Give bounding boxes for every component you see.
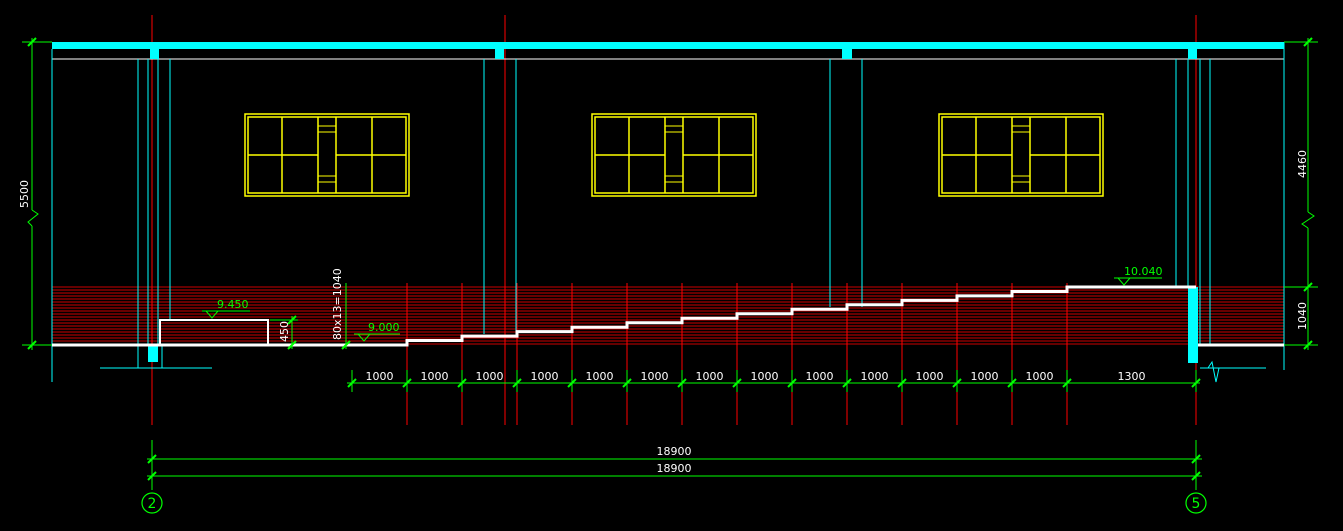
section-drawing: 5500 4460 1040 9.450 9.000 10.040 450 80… bbox=[18, 15, 1318, 514]
step-dim-label: 1000 bbox=[971, 370, 999, 383]
landing-dim-450: 450 bbox=[278, 321, 291, 342]
right-dim-1040: 1040 bbox=[1296, 302, 1309, 330]
column-base-right bbox=[1188, 287, 1198, 363]
axis-bubble-5: 5 bbox=[1185, 492, 1207, 514]
columns bbox=[51, 42, 1285, 383]
step-dim-label: 1000 bbox=[751, 370, 779, 383]
level-top: 10.040 bbox=[1124, 265, 1163, 278]
step-dim-label: 1000 bbox=[421, 370, 449, 383]
step-dim-label: 1000 bbox=[696, 370, 724, 383]
step-dim-label: 1000 bbox=[531, 370, 559, 383]
step-dim-label: 1000 bbox=[806, 370, 834, 383]
axis-bubble-2: 2 bbox=[141, 492, 163, 514]
overall-dim-2: 18900 bbox=[657, 462, 692, 475]
level-floor: 9.000 bbox=[368, 321, 400, 334]
window bbox=[244, 113, 410, 197]
right-dim-4460: 4460 bbox=[1296, 150, 1309, 178]
step-dim-label: 1000 bbox=[861, 370, 889, 383]
overall-dim-1: 18900 bbox=[657, 445, 692, 458]
window bbox=[591, 113, 757, 197]
svg-text:5: 5 bbox=[1192, 496, 1201, 512]
step-dimension-chain: 1000 1000 1000 1000 1000 1000 1000 1000 1000 1000… bbox=[347, 370, 1201, 392]
svg-text:2: 2 bbox=[148, 496, 157, 512]
windows bbox=[244, 113, 1104, 197]
window bbox=[938, 113, 1104, 197]
left-dim-5500: 5500 bbox=[18, 180, 31, 208]
red-gridlines bbox=[151, 15, 1197, 425]
step-dim-label: 1000 bbox=[916, 370, 944, 383]
step-dim-label: 1300 bbox=[1118, 370, 1146, 383]
step-dim-label: 1000 bbox=[1026, 370, 1054, 383]
step-dim-label: 1000 bbox=[641, 370, 669, 383]
tiered-seating-hatch bbox=[52, 286, 1284, 345]
riser-note: 80x13=1040 bbox=[331, 268, 344, 340]
column-base-left bbox=[148, 345, 158, 362]
step-dim-label: 1000 bbox=[476, 370, 504, 383]
step-dim-label: 1000 bbox=[366, 370, 394, 383]
roof-slab bbox=[51, 42, 1284, 60]
level-landing: 9.450 bbox=[217, 298, 249, 311]
step-dim-label: 1000 bbox=[586, 370, 614, 383]
